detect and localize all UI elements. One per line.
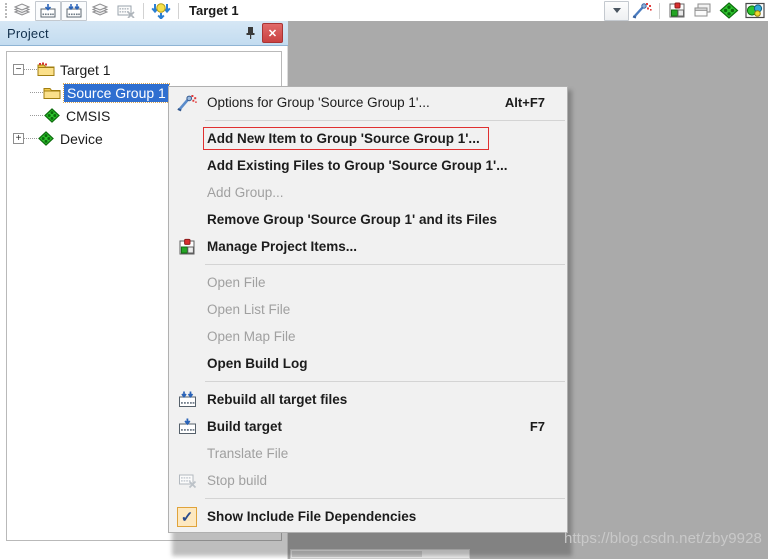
build-target-icon — [169, 413, 205, 440]
menu-item-shortcut: F7 — [529, 419, 545, 434]
menu-item-icon-slot — [169, 323, 205, 350]
expander-expand-icon[interactable]: + — [13, 133, 24, 144]
project-panel-titlebar: Project ✕ — [0, 21, 288, 46]
menu-item-label: Translate File — [207, 446, 289, 461]
batch-setup-icon[interactable] — [87, 1, 113, 21]
menu-item-label: Build target — [207, 419, 283, 434]
options-wand-icon — [169, 89, 205, 116]
menu-item-remove-group[interactable]: Remove Group 'Source Group 1' and its Fi… — [169, 206, 567, 233]
menu-item-show-include-file-dependencies[interactable]: ✓ Show Include File Dependencies — [169, 503, 567, 530]
menu-item-label: Open Build Log — [207, 356, 308, 371]
menu-item-label: Open List File — [207, 302, 291, 317]
application-window: Target 1 Project ✕ − Target 1 Source Gro… — [0, 0, 768, 559]
menu-item-label: Manage Project Items... — [207, 239, 358, 254]
build-target-icon[interactable] — [35, 0, 61, 21]
menu-item-rebuild-all-target-files[interactable]: Rebuild all target files — [169, 386, 567, 413]
tree-connector — [30, 114, 43, 117]
project-panel-title: Project — [7, 25, 49, 41]
tree-connector — [24, 137, 37, 140]
menu-item-icon-slot — [169, 350, 205, 377]
component-icon — [43, 108, 61, 124]
menu-item-manage-project-items[interactable]: Manage Project Items... — [169, 233, 567, 260]
manage-project-items-icon — [169, 233, 205, 260]
menu-separator — [205, 498, 565, 499]
menu-item-open-build-log[interactable]: Open Build Log — [169, 350, 567, 377]
menu-item-open-file: Open File — [169, 269, 567, 296]
toolbar-separator — [659, 2, 660, 19]
toolbar-separator — [178, 2, 179, 19]
target-folder-icon — [37, 62, 55, 78]
menu-item-icon-slot — [169, 179, 205, 206]
menu-item-label: Options for Group 'Source Group 1'... — [207, 95, 430, 110]
pack-installer-icon[interactable] — [716, 1, 742, 21]
tree-item-target-1[interactable]: − Target 1 — [13, 58, 281, 81]
main-toolbar: Target 1 — [0, 0, 768, 21]
menu-item-label: Show Include File Dependencies — [207, 509, 417, 524]
tree-item-label: Target 1 — [60, 61, 111, 78]
menu-item-add-new-item[interactable]: Add New Item to Group 'Source Group 1'..… — [169, 125, 567, 152]
watermark-text: https://blog.csdn.net/zby9928 — [563, 530, 762, 547]
menu-item-label: Stop build — [207, 473, 268, 488]
menu-item-shortcut: Alt+F7 — [504, 95, 545, 110]
menu-item-label: Add Existing Files to Group 'Source Grou… — [207, 158, 508, 173]
tree-item-label: Source Group 1 — [63, 82, 170, 103]
menu-item-open-list-file: Open List File — [169, 296, 567, 323]
menu-item-options-for-group[interactable]: Options for Group 'Source Group 1'... Al… — [169, 89, 567, 116]
target-selector-label[interactable]: Target 1 — [183, 3, 245, 18]
folder-icon — [43, 85, 61, 101]
download-flash-icon[interactable] — [148, 1, 174, 21]
tree-connector — [24, 68, 37, 71]
component-icon — [37, 131, 55, 147]
menu-item-icon-slot — [169, 296, 205, 323]
menu-item-open-map-file: Open Map File — [169, 323, 567, 350]
menu-separator — [205, 120, 565, 121]
menu-item-label: Open Map File — [207, 329, 296, 344]
menu-item-label: Add Group... — [207, 185, 284, 200]
menu-item-stop-build: Stop build — [169, 467, 567, 494]
toolbar-drag-handle[interactable] — [2, 2, 9, 19]
menu-item-add-group: Add Group... — [169, 179, 567, 206]
menu-separator — [205, 264, 565, 265]
menu-item-translate-file: Translate File — [169, 440, 567, 467]
tree-connector — [30, 91, 43, 94]
expander-collapse-icon[interactable]: − — [13, 64, 24, 75]
menu-item-icon-slot — [169, 269, 205, 296]
rebuild-all-icon[interactable] — [61, 0, 87, 21]
batch-build-icon[interactable] — [9, 1, 35, 21]
multi-project-icon[interactable] — [690, 1, 716, 21]
rebuild-all-icon — [169, 386, 205, 413]
menu-item-label: Rebuild all target files — [207, 392, 348, 407]
checkmark-glyph: ✓ — [177, 506, 197, 527]
stop-build-icon — [169, 467, 205, 494]
project-context-menu: Options for Group 'Source Group 1'... Al… — [168, 86, 568, 533]
manage-project-items-icon[interactable] — [664, 1, 690, 21]
target-dropdown-arrow[interactable] — [604, 0, 629, 21]
close-panel-button[interactable]: ✕ — [262, 23, 283, 43]
menu-item-icon-slot — [169, 206, 205, 233]
manage-run-time-env-icon[interactable] — [742, 1, 768, 21]
toolbar-separator — [143, 2, 144, 19]
auto-hide-pin-icon[interactable] — [240, 23, 260, 43]
menu-separator — [205, 381, 565, 382]
menu-item-label: Add New Item to Group 'Source Group 1'..… — [207, 131, 480, 146]
menu-item-icon-slot — [169, 125, 205, 152]
menu-item-add-existing-files[interactable]: Add Existing Files to Group 'Source Grou… — [169, 152, 567, 179]
menu-item-icon-slot — [169, 440, 205, 467]
menu-item-label: Remove Group 'Source Group 1' and its Fi… — [207, 212, 497, 227]
target-options-icon[interactable] — [629, 1, 655, 21]
tree-item-label: Device — [60, 130, 103, 147]
menu-item-icon-slot — [169, 152, 205, 179]
tree-item-label: CMSIS — [66, 107, 111, 124]
menu-item-label: Open File — [207, 275, 266, 290]
stop-build-icon[interactable] — [113, 1, 139, 21]
menu-item-build-target[interactable]: Build target F7 — [169, 413, 567, 440]
checkbox-checked-icon[interactable]: ✓ — [169, 503, 205, 530]
